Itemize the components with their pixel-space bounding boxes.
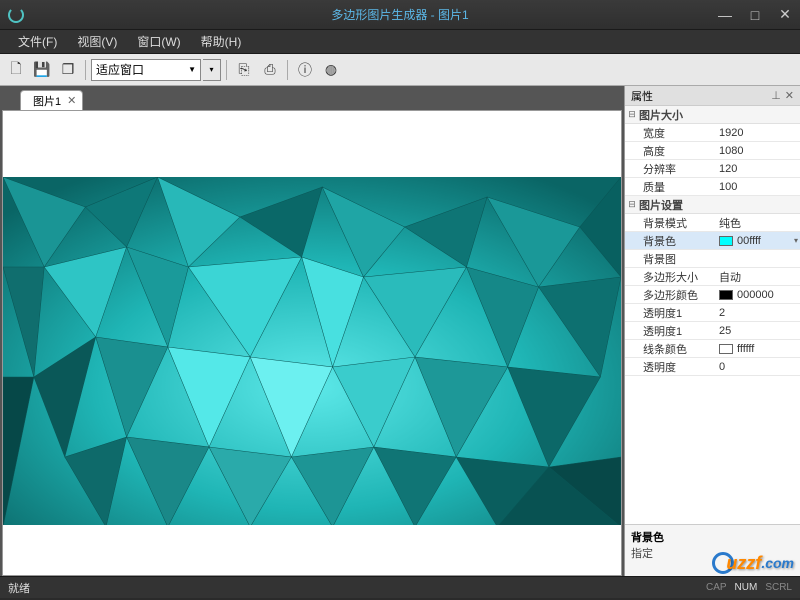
separator — [287, 60, 288, 80]
canvas[interactable] — [2, 110, 622, 576]
maximize-button[interactable]: □ — [740, 1, 770, 29]
separator — [85, 60, 86, 80]
prop-row-polysize[interactable]: 多边形大小自动 — [625, 268, 800, 286]
prop-group-size[interactable]: ⊟图片大小 — [625, 106, 800, 124]
minimize-button[interactable]: — — [710, 1, 740, 29]
separator — [226, 60, 227, 80]
dropdown-icon[interactable]: ▾ — [794, 236, 798, 245]
polygon-image — [3, 177, 621, 527]
document-tab[interactable]: 图片1 ✕ — [20, 90, 83, 110]
main-area: 图片1 ✕ — [0, 86, 800, 576]
menu-view[interactable]: 视图(V) — [67, 30, 127, 53]
tab-label: 图片1 — [33, 93, 61, 109]
linecolor-swatch — [719, 344, 733, 354]
prop-row-quality[interactable]: 质量100 — [625, 178, 800, 196]
prop-row-polycolor[interactable]: 多边形颜色000000 — [625, 286, 800, 304]
document-area: 图片1 ✕ — [0, 86, 624, 576]
tab-close-icon[interactable]: ✕ — [67, 94, 76, 107]
menu-help[interactable]: 帮助(H) — [191, 30, 252, 53]
desc-text: 指定 — [631, 545, 794, 561]
zoom-select[interactable]: 适应窗口 ▼ — [91, 59, 201, 81]
close-panel-icon[interactable]: ✕ — [785, 89, 794, 102]
zoom-dropdown-button[interactable]: ▾ — [203, 59, 221, 81]
new-button[interactable]: 🗋 — [4, 58, 28, 82]
status-scrl: SCRL — [765, 582, 792, 593]
print-button[interactable]: ⎙ — [258, 58, 282, 82]
globe-button[interactable]: ◍ — [319, 58, 343, 82]
bgcolor-swatch — [719, 236, 733, 246]
app-icon — [8, 7, 24, 23]
prop-row-linecolor[interactable]: 线条颜色ffffff — [625, 340, 800, 358]
prop-row-bgmode[interactable]: 背景模式纯色 — [625, 214, 800, 232]
save-button[interactable]: 💾 — [30, 58, 54, 82]
menubar: 文件(F) 视图(V) 窗口(W) 帮助(H) — [0, 30, 800, 54]
copy-button[interactable]: ❐ — [56, 58, 80, 82]
status-text: 就绪 — [8, 580, 30, 596]
desc-title: 背景色 — [631, 529, 794, 545]
prop-row-alpha1[interactable]: 透明度12 — [625, 304, 800, 322]
prop-row-alpha[interactable]: 透明度0 — [625, 358, 800, 376]
prop-row-alpha1b[interactable]: 透明度125 — [625, 322, 800, 340]
zoom-value: 适应窗口 — [96, 61, 144, 78]
statusbar: 就绪 CAP NUM SCRL — [0, 576, 800, 598]
properties-header: 属性 ⊥ ✕ — [625, 86, 800, 106]
export-button[interactable]: ⎘ — [232, 58, 256, 82]
properties-panel: 属性 ⊥ ✕ ⊟图片大小 宽度1920 高度1080 分辨率120 质量100 … — [624, 86, 800, 576]
prop-row-dpi[interactable]: 分辨率120 — [625, 160, 800, 178]
menu-window[interactable]: 窗口(W) — [127, 30, 190, 53]
prop-row-bgcolor[interactable]: 背景色00ffff▾ — [625, 232, 800, 250]
menu-file[interactable]: 文件(F) — [8, 30, 67, 53]
prop-row-bgimg[interactable]: 背景图 — [625, 250, 800, 268]
close-button[interactable]: ✕ — [770, 1, 800, 29]
properties-description: 背景色 指定 — [625, 524, 800, 576]
info-button[interactable]: ⓘ — [293, 58, 317, 82]
status-cap: CAP — [706, 582, 727, 593]
prop-group-settings[interactable]: ⊟图片设置 — [625, 196, 800, 214]
properties-title: 属性 — [631, 88, 653, 104]
prop-row-width[interactable]: 宽度1920 — [625, 124, 800, 142]
status-num: NUM — [735, 582, 758, 593]
tab-strip: 图片1 ✕ — [2, 88, 622, 110]
properties-grid: ⊟图片大小 宽度1920 高度1080 分辨率120 质量100 ⊟图片设置 背… — [625, 106, 800, 524]
window-title: 多边形图片生成器 - 图片1 — [331, 6, 468, 23]
titlebar: 多边形图片生成器 - 图片1 — □ ✕ — [0, 0, 800, 30]
pin-icon[interactable]: ⊥ — [771, 89, 781, 102]
toolbar: 🗋 💾 ❐ 适应窗口 ▼ ▾ ⎘ ⎙ ⓘ ◍ — [0, 54, 800, 86]
prop-row-height[interactable]: 高度1080 — [625, 142, 800, 160]
polycolor-swatch — [719, 290, 733, 300]
